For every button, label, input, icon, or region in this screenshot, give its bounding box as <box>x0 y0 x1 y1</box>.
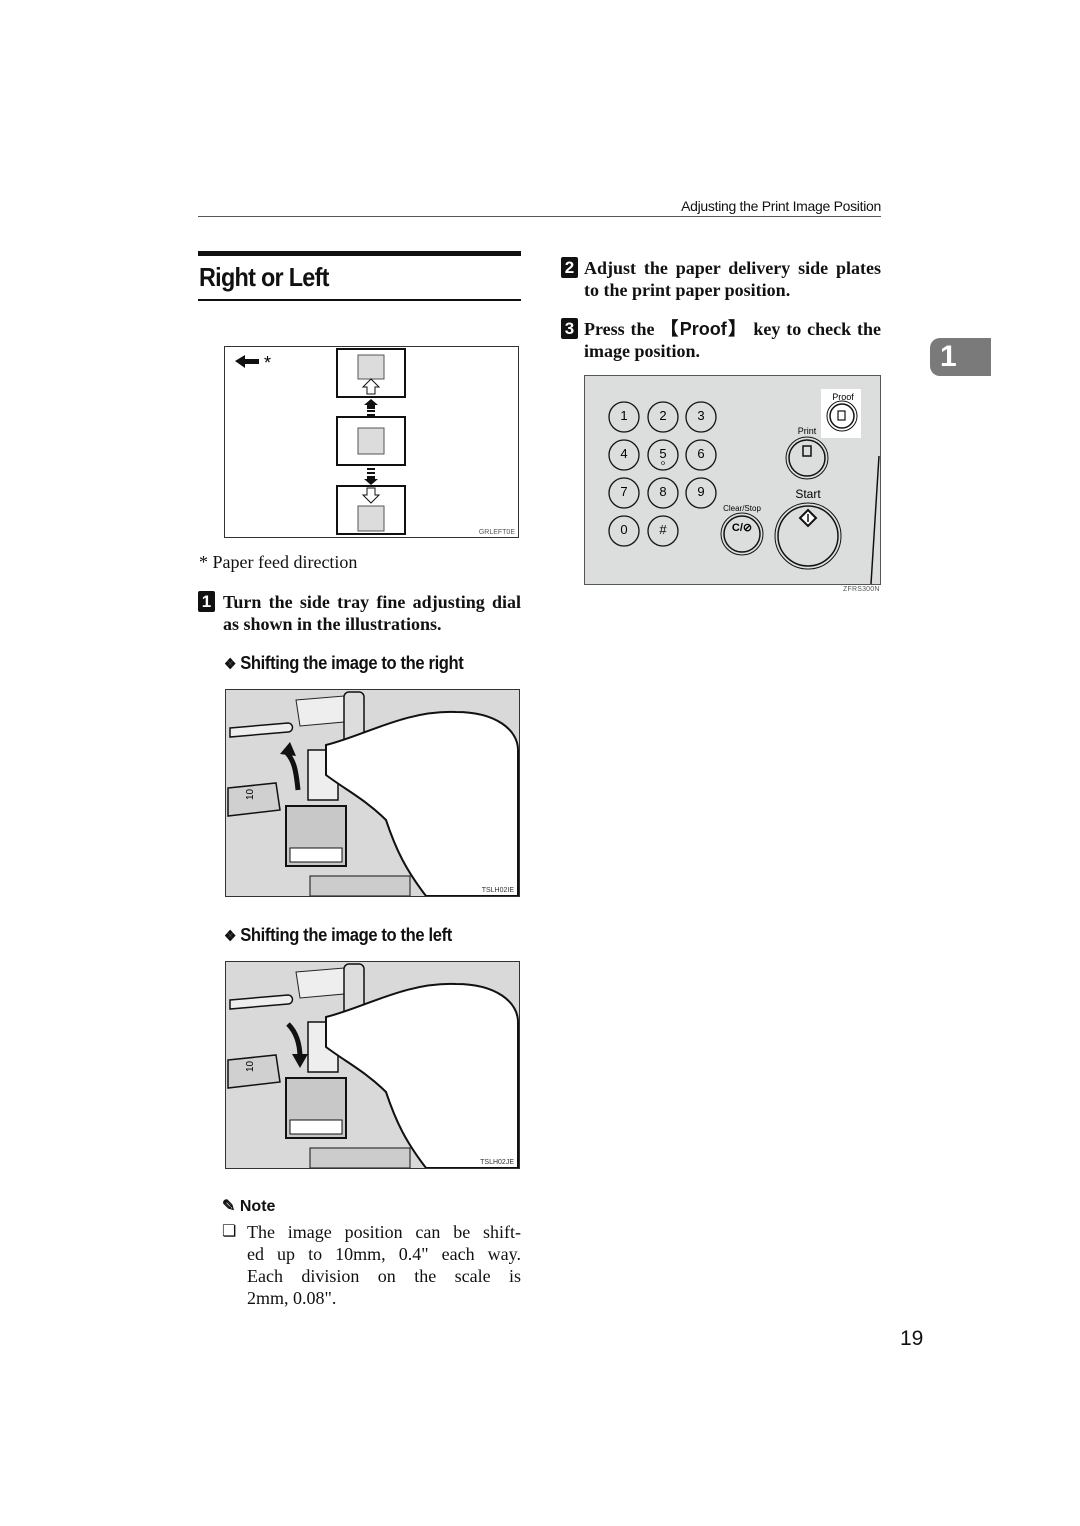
start-button[interactable] <box>774 502 842 570</box>
scale <box>289 847 343 863</box>
keypad-button-8[interactable]: 8 <box>647 477 679 509</box>
feed-direction-illustration: * GRLEFT0E <box>235 348 516 536</box>
running-header: Adjusting the Print Image Position <box>681 198 881 214</box>
keypad-button-7[interactable]: 7 <box>608 477 640 509</box>
dial-left-illustration: 10 TSLH02JE <box>226 962 519 1169</box>
print-label: Print <box>798 426 817 436</box>
step-text: Press the 【Proof】 key to check the image… <box>584 319 882 361</box>
print-button[interactable] <box>785 436 829 480</box>
keypad-button-hash[interactable]: # <box>647 515 679 547</box>
dial-label-plate <box>295 695 345 727</box>
numeric-keypad: 1 2 3 4 5 6 7 8 9 0 # <box>608 401 717 547</box>
note-item: ❏ The image position can be shift- ed up… <box>222 1221 521 1309</box>
step-3: 3 Press the 【Proof】 key to check the ima… <box>561 318 881 362</box>
step-number: 2 <box>561 257 578 278</box>
note-title: Note <box>239 1198 276 1215</box>
section-title: Right or Left <box>199 262 329 292</box>
tactile-dot-icon <box>661 461 665 465</box>
solid-up-arrow-icon <box>364 399 378 409</box>
subsection-title: Shifting the image to the left <box>240 925 452 945</box>
step-number: 3 <box>561 318 578 339</box>
keypad-label: 4 <box>620 446 627 461</box>
step-number: 1 <box>198 591 215 612</box>
keypad-button-3[interactable]: 3 <box>685 401 717 433</box>
diamond-bullet-icon: ❖ <box>224 928 237 945</box>
chapter-tab[interactable]: 1 <box>930 338 991 376</box>
title-rule-top <box>198 251 521 256</box>
page-number: 19 <box>900 1327 924 1350</box>
figure-code: GRLEFT0E <box>479 529 516 536</box>
feed-direction-symbol: * <box>264 353 271 373</box>
proof-key-label: 【Proof】 <box>660 319 748 339</box>
dial-right-illustration: 10 TSLH02IE <box>226 690 519 897</box>
title-rule-bottom <box>198 299 521 301</box>
keypad-button-9[interactable]: 9 <box>685 477 717 509</box>
clear-stop-button[interactable]: C/⊘ <box>720 512 764 556</box>
image-block-top <box>357 354 385 380</box>
keypad-label: # <box>659 522 667 537</box>
header-divider <box>198 216 881 217</box>
keypad-button-6[interactable]: 6 <box>685 439 717 471</box>
keypad-button-4[interactable]: 4 <box>608 439 640 471</box>
scale <box>289 1119 343 1135</box>
dial-number-label: 10 <box>245 788 256 800</box>
keypad-button-1[interactable]: 1 <box>608 401 640 433</box>
dial-label-plate <box>295 967 345 999</box>
keypad-button-0[interactable]: 0 <box>608 515 640 547</box>
diamond-bullet-icon: ❖ <box>224 656 237 673</box>
keypad-label: 2 <box>659 408 666 423</box>
proof-label: Proof <box>832 392 854 402</box>
keypad-label: 1 <box>620 408 627 423</box>
pencil-icon: ✎ <box>222 1198 236 1215</box>
image-block-bottom <box>357 505 385 532</box>
image-block-middle <box>357 427 385 455</box>
dial-illustration-left: 10 TSLH02JE <box>225 961 520 1169</box>
figure-code: TSLH02JE <box>480 1159 514 1166</box>
arrow-left-icon <box>235 355 259 368</box>
subsection-heading-right: ❖ Shifting the image to the right <box>224 653 464 674</box>
figure-code: TSLH02IE <box>482 887 515 894</box>
print-icon <box>802 445 812 457</box>
keypad-label: 9 <box>697 484 704 499</box>
keypad-label: 5 <box>659 446 666 461</box>
solid-down-arrow-icon <box>364 476 378 485</box>
keypad-label: 6 <box>697 446 704 461</box>
figure-code: ZFRS300N <box>843 586 880 593</box>
note-heading: ✎ Note <box>222 1196 275 1216</box>
step-2: 2 Adjust the paper delivery side plates … <box>561 257 881 301</box>
keypad-label: 7 <box>620 484 627 499</box>
dial-number-label: 10 <box>245 1060 256 1072</box>
subsection-heading-left: ❖ Shifting the image to the left <box>224 925 452 946</box>
control-panel-drawing: Proof Print Start Clear/Stop C/⊘ 1 2 3 4 5 6 7… <box>608 389 880 585</box>
keypad-label: 3 <box>697 408 704 423</box>
clear-stop-label: Clear/Stop <box>723 504 761 513</box>
dial-illustration-right: 10 TSLH02IE <box>225 689 520 897</box>
keypad-label: 8 <box>659 484 666 499</box>
control-panel-illustration: Proof Print Start Clear/Stop C/⊘ 1 2 3 4 5 6 7… <box>584 375 881 585</box>
start-label: Start <box>795 487 821 501</box>
keypad-label: 0 <box>620 522 627 537</box>
step-1: 1 Turn the side tray fine adjusting dial… <box>198 591 521 635</box>
checkbox-marker-icon: ❏ <box>222 1223 237 1240</box>
step-text: Adjust the paper delivery side plates to… <box>584 258 881 300</box>
feed-direction-diagram: * GRLEFT0E <box>224 346 519 538</box>
note-text: The image position can be shift- ed up t… <box>247 1222 521 1308</box>
keypad-button-5[interactable]: 5 <box>647 439 679 471</box>
keypad-button-2[interactable]: 2 <box>647 401 679 433</box>
proof-button[interactable] <box>826 400 858 432</box>
clear-stop-glyph: C/⊘ <box>732 522 752 534</box>
step-text: Turn the side tray fine adjusting dial a… <box>223 592 521 634</box>
feed-direction-caption: * Paper feed direction <box>199 552 358 572</box>
subsection-title: Shifting the image to the right <box>240 653 464 673</box>
